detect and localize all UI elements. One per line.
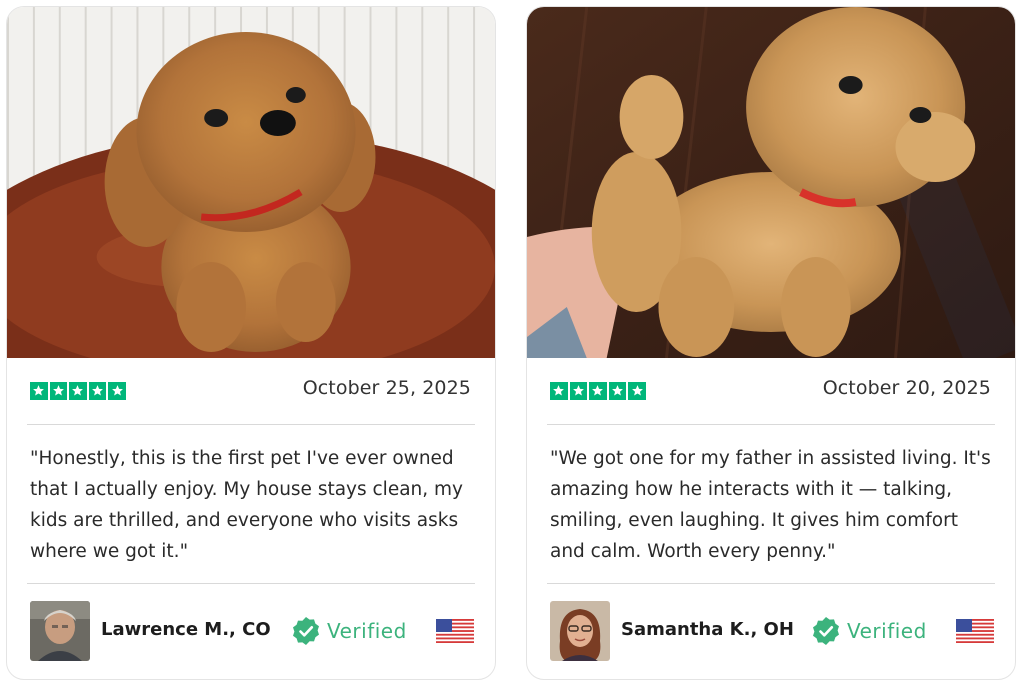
- verified-check-icon: [813, 617, 839, 645]
- review-date: October 25, 2025: [302, 377, 471, 399]
- star-icon: [30, 382, 48, 400]
- us-flag-icon: [956, 619, 994, 643]
- star-rating: [550, 382, 646, 400]
- review-card: October 25, 2025 "Honestly, this is the …: [6, 6, 496, 680]
- verified-check-icon: [293, 617, 319, 645]
- verified-label: Verified: [847, 619, 927, 643]
- reviewer-name: Samantha K., OH: [621, 619, 794, 640]
- verified-badge: Verified: [291, 616, 407, 646]
- star-icon: [589, 382, 607, 400]
- review-card: October 20, 2025 "We got one for my fath…: [526, 6, 1016, 680]
- star-icon: [569, 382, 588, 400]
- star-icon: [628, 382, 646, 400]
- star-icon: [69, 382, 87, 400]
- star-icon: [108, 382, 126, 400]
- star-icon: [608, 382, 627, 400]
- star-icon: [49, 382, 68, 400]
- divider: [547, 424, 995, 425]
- review-text: "We got one for my father in assisted li…: [550, 448, 991, 562]
- star-icon: [88, 382, 107, 400]
- us-flag-icon: [436, 619, 474, 643]
- divider: [27, 424, 475, 425]
- star-rating: [30, 382, 126, 400]
- verified-label: Verified: [327, 619, 407, 643]
- verified-badge: Verified: [811, 616, 927, 646]
- review-text: "Honestly, this is the first pet I've ev…: [30, 448, 463, 562]
- divider: [27, 583, 475, 584]
- reviewer-name: Lawrence M., CO: [101, 619, 271, 640]
- avatar: [30, 601, 90, 661]
- divider: [547, 583, 995, 584]
- avatar: [550, 601, 610, 661]
- star-icon: [550, 382, 568, 400]
- review-date: October 20, 2025: [822, 377, 991, 399]
- review-photo[interactable]: [7, 7, 495, 358]
- review-photo[interactable]: [527, 7, 1015, 358]
